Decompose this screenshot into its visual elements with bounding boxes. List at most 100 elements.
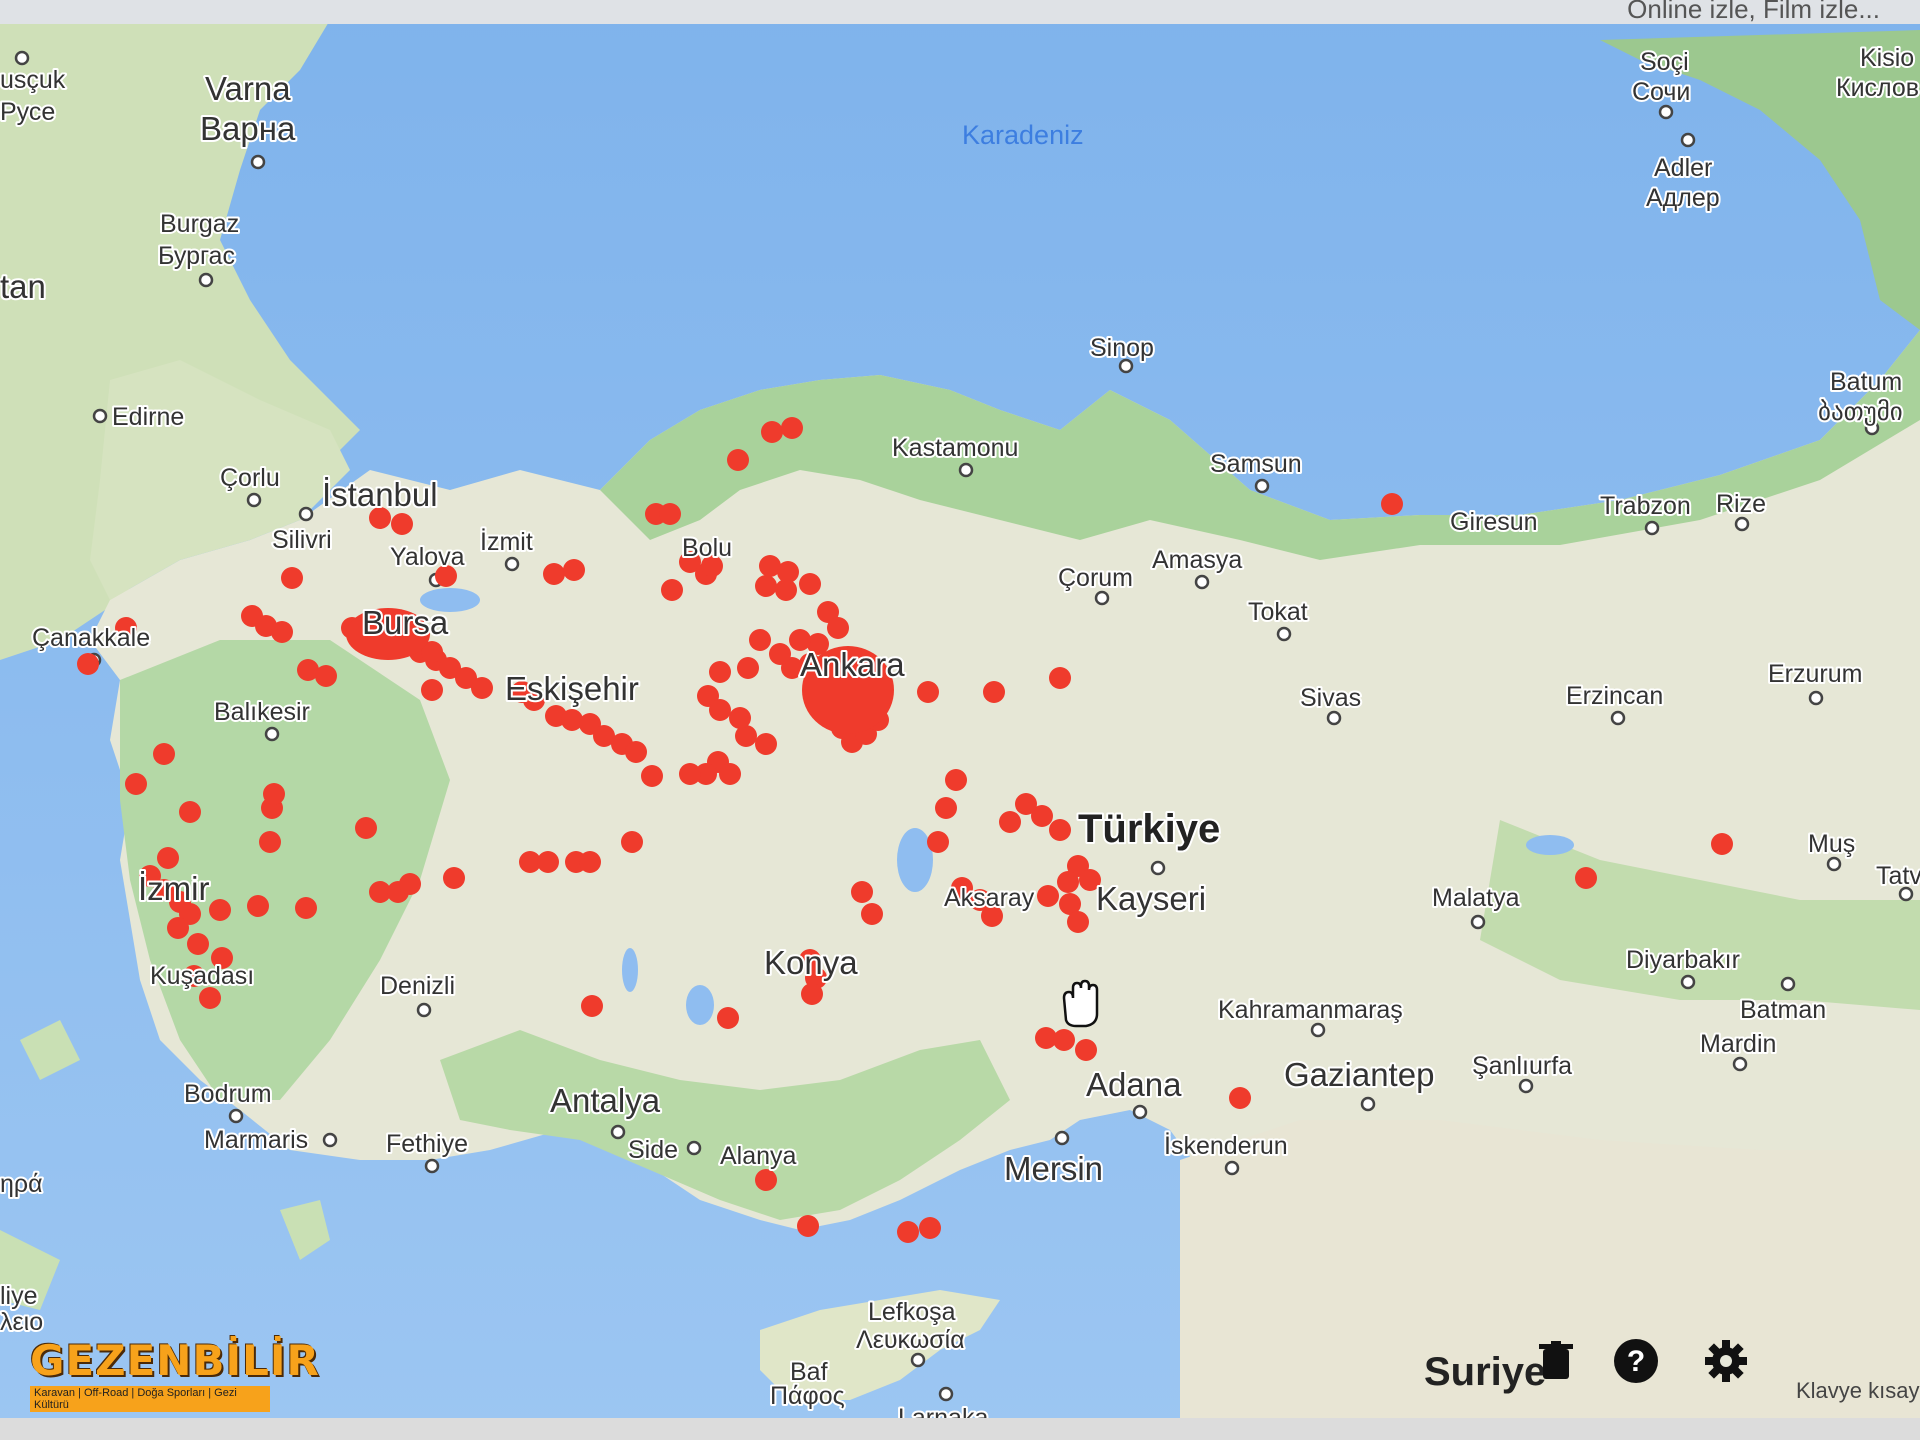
city-label-eskisehir: Eskişehir bbox=[505, 670, 639, 707]
keyboard-shortcuts-link[interactable]: Klavye kısay bbox=[1796, 1378, 1920, 1404]
visited-location-marker[interactable] bbox=[799, 573, 821, 595]
visited-location-marker[interactable] bbox=[761, 421, 783, 443]
visited-location-marker[interactable] bbox=[1075, 1039, 1097, 1061]
visited-location-marker[interactable] bbox=[271, 621, 293, 643]
visited-location-marker[interactable] bbox=[199, 987, 221, 1009]
visited-location-marker[interactable] bbox=[263, 783, 285, 805]
city-marker bbox=[92, 408, 108, 424]
city-label-aksaray: Aksaray bbox=[944, 884, 1035, 912]
help-button[interactable]: ? bbox=[1610, 1335, 1662, 1387]
visited-location-marker[interactable] bbox=[945, 769, 967, 791]
city-marker bbox=[1658, 104, 1674, 120]
visited-location-marker[interactable] bbox=[1037, 885, 1059, 907]
visited-location-marker[interactable] bbox=[935, 797, 957, 819]
city-marker bbox=[1518, 1078, 1534, 1094]
visited-location-marker[interactable] bbox=[167, 917, 189, 939]
visited-location-marker[interactable] bbox=[659, 503, 681, 525]
city-marker bbox=[1808, 690, 1824, 706]
visited-location-marker[interactable] bbox=[755, 1169, 777, 1191]
visited-location-marker[interactable] bbox=[717, 1007, 739, 1029]
visited-location-marker[interactable] bbox=[797, 1215, 819, 1237]
visited-location-marker[interactable] bbox=[709, 699, 731, 721]
visited-location-marker[interactable] bbox=[315, 665, 337, 687]
visited-location-marker[interactable] bbox=[897, 1221, 919, 1243]
visited-location-marker[interactable] bbox=[563, 559, 585, 581]
city-label-kislov-lat: Kisio bbox=[1860, 44, 1914, 72]
visited-location-marker[interactable] bbox=[1067, 911, 1089, 933]
visited-location-marker[interactable] bbox=[581, 995, 603, 1017]
visited-location-marker[interactable] bbox=[719, 763, 741, 785]
settings-button[interactable] bbox=[1700, 1335, 1752, 1387]
visited-location-marker[interactable] bbox=[179, 801, 201, 823]
visited-location-marker[interactable] bbox=[391, 513, 413, 535]
visited-location-marker[interactable] bbox=[247, 895, 269, 917]
city-label-istan-partial: tan bbox=[0, 268, 46, 305]
visited-location-marker[interactable] bbox=[1049, 819, 1071, 841]
visited-location-marker[interactable] bbox=[781, 417, 803, 439]
visited-location-marker[interactable] bbox=[1229, 1087, 1251, 1109]
visited-location-marker[interactable] bbox=[399, 873, 421, 895]
visited-location-marker[interactable] bbox=[641, 765, 663, 787]
visited-location-marker[interactable] bbox=[679, 763, 701, 785]
visited-location-marker[interactable] bbox=[209, 899, 231, 921]
visited-location-marker[interactable] bbox=[661, 579, 683, 601]
visited-location-marker[interactable] bbox=[355, 817, 377, 839]
visited-location-marker[interactable] bbox=[919, 1217, 941, 1239]
city-label-kayseri: Kayseri bbox=[1096, 880, 1206, 917]
city-label-gaziantep: Gaziantep bbox=[1284, 1056, 1434, 1093]
visited-location-marker[interactable] bbox=[727, 449, 749, 471]
city-label-izmir: İzmir bbox=[138, 870, 209, 907]
visited-location-marker[interactable] bbox=[769, 643, 791, 665]
visited-location-marker[interactable] bbox=[621, 831, 643, 853]
city-label-mersin: Mersin bbox=[1004, 1150, 1103, 1187]
visited-location-marker[interactable] bbox=[729, 707, 751, 729]
visited-location-marker[interactable] bbox=[579, 851, 601, 873]
visited-location-marker[interactable] bbox=[295, 897, 317, 919]
visited-location-marker[interactable] bbox=[259, 831, 281, 853]
visited-location-marker[interactable] bbox=[801, 983, 823, 1005]
visited-location-marker[interactable] bbox=[1049, 667, 1071, 689]
city-label-trabzon: Trabzon bbox=[1600, 492, 1691, 520]
visited-location-marker[interactable] bbox=[999, 811, 1021, 833]
city-marker bbox=[298, 506, 314, 522]
city-label-side: Side bbox=[628, 1136, 678, 1164]
visited-location-marker[interactable] bbox=[737, 657, 759, 679]
visited-location-marker[interactable] bbox=[1057, 871, 1079, 893]
visited-location-marker[interactable] bbox=[1711, 833, 1733, 855]
city-marker bbox=[322, 1132, 338, 1148]
visited-location-marker[interactable] bbox=[709, 661, 731, 683]
visited-location-marker[interactable] bbox=[827, 617, 849, 639]
city-marker bbox=[228, 1108, 244, 1124]
city-label-bursa: Bursa bbox=[362, 604, 449, 641]
visited-location-marker[interactable] bbox=[157, 847, 179, 869]
visited-location-marker[interactable] bbox=[755, 733, 777, 755]
visited-location-marker[interactable] bbox=[851, 881, 873, 903]
visited-location-marker[interactable] bbox=[537, 851, 559, 873]
city-label-istanbul: İstanbul bbox=[322, 476, 438, 513]
visited-location-marker[interactable] bbox=[125, 773, 147, 795]
visited-location-marker[interactable] bbox=[421, 679, 443, 701]
visited-location-marker[interactable] bbox=[153, 743, 175, 765]
visited-location-marker[interactable] bbox=[471, 677, 493, 699]
visited-location-marker[interactable] bbox=[187, 933, 209, 955]
visited-location-marker[interactable] bbox=[443, 867, 465, 889]
visited-location-marker[interactable] bbox=[861, 903, 883, 925]
visited-location-marker[interactable] bbox=[749, 629, 771, 651]
city-label-adana: Adana bbox=[1086, 1066, 1182, 1103]
delete-button[interactable] bbox=[1530, 1335, 1582, 1387]
city-marker bbox=[1150, 860, 1166, 876]
visited-location-marker[interactable] bbox=[1053, 1029, 1075, 1051]
visited-location-marker[interactable] bbox=[281, 567, 303, 589]
visited-location-marker[interactable] bbox=[983, 681, 1005, 703]
visited-location-marker[interactable] bbox=[625, 741, 647, 763]
visited-location-marker[interactable] bbox=[1015, 793, 1037, 815]
visited-location-marker[interactable] bbox=[543, 563, 565, 585]
visited-location-marker[interactable] bbox=[77, 653, 99, 675]
visited-location-marker[interactable] bbox=[1381, 493, 1403, 515]
visited-location-marker[interactable] bbox=[775, 579, 797, 601]
browser-tab-text[interactable]: Online izle, Film izle... bbox=[1627, 0, 1880, 25]
visited-location-marker[interactable] bbox=[917, 681, 939, 703]
visited-location-marker[interactable] bbox=[927, 831, 949, 853]
visited-location-marker[interactable] bbox=[755, 575, 777, 597]
visited-location-marker[interactable] bbox=[1575, 867, 1597, 889]
